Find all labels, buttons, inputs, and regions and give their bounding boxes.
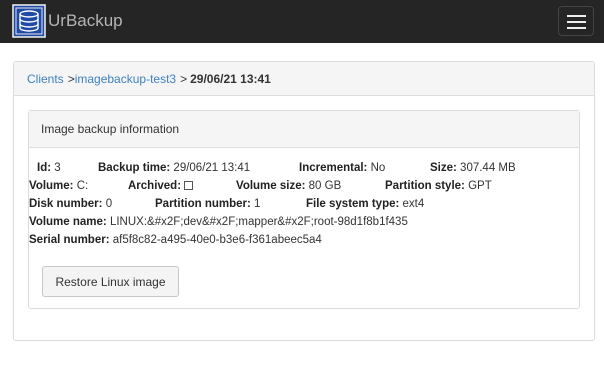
volume-value: C: xyxy=(76,180,89,192)
volume-size-label: Volume size: xyxy=(236,180,306,192)
restore-image-button[interactable]: Restore Linux image xyxy=(42,266,179,297)
serial-number-label: Serial number: xyxy=(29,234,110,246)
volume-name-label: Volume name: xyxy=(29,216,107,228)
id-field: Id: 3 xyxy=(37,162,61,174)
breadcrumb-current: 29/06/21 13:41 xyxy=(190,71,271,86)
breadcrumb-clients-link[interactable]: Clients xyxy=(27,72,64,86)
volume-name-value: LINUX:&#x2F;dev&#x2F;mapper&#x2F;root-98… xyxy=(109,216,408,228)
top-navbar: UrBackup xyxy=(0,0,604,43)
archived-field: Archived: xyxy=(128,180,194,192)
fs-type-field: File system type: ext4 xyxy=(306,198,424,210)
serial-number-value: af5f8c82-a495-40e0-b3e6-f361abeec5a4 xyxy=(112,234,322,246)
size-value: 307.44 MB xyxy=(460,162,516,174)
backup-time-label: Backup time: xyxy=(98,162,171,174)
breadcrumb: Clients > imagebackup-test3 > 29/06/21 1… xyxy=(14,62,594,96)
disk-number-value: 0 xyxy=(105,198,113,210)
hamburger-bar xyxy=(567,27,586,29)
backup-time-value: 29/06/21 13:41 xyxy=(173,162,251,174)
size-label: Size: xyxy=(430,162,457,174)
archived-checkbox xyxy=(184,181,194,190)
id-label: Id: xyxy=(37,162,52,174)
partition-number-value: 1 xyxy=(254,198,261,210)
disk-number-label: Disk number: xyxy=(29,198,103,210)
fs-type-label: File system type: xyxy=(306,198,400,210)
partition-style-label: Partition style: xyxy=(385,180,465,192)
partition-style-value: GPT xyxy=(468,180,492,192)
incremental-label: Incremental: xyxy=(299,162,368,174)
hamburger-menu-icon xyxy=(567,15,586,17)
disk-number-field: Disk number: 0 xyxy=(29,198,112,210)
volume-field: Volume: C: xyxy=(29,180,88,192)
partition-style-field: Partition style: GPT xyxy=(385,180,492,192)
brand-link[interactable]: UrBackup xyxy=(12,4,123,38)
serial-number-field: Serial number: af5f8c82-a495-40e0-b3e6-f… xyxy=(29,234,322,246)
fs-type-value: ext4 xyxy=(402,198,425,210)
panel-title: Image backup information xyxy=(29,111,579,148)
size-field: Size: 307.44 MB xyxy=(430,162,516,174)
backup-detail-panel: Clients > imagebackup-test3 > 29/06/21 1… xyxy=(13,61,595,341)
urbackup-logo-icon xyxy=(12,4,46,38)
incremental-field: Incremental: No xyxy=(299,162,385,174)
volume-size-field: Volume size: 80 GB xyxy=(236,180,341,192)
incremental-value: No xyxy=(370,162,386,174)
image-backup-info-panel: Image backup information Id: 3 Backup ti… xyxy=(28,110,580,309)
partition-number-field: Partition number: 1 xyxy=(155,198,260,210)
breadcrumb-separator: > xyxy=(180,71,188,86)
app-title: UrBackup xyxy=(48,11,123,30)
volume-label: Volume: xyxy=(29,180,74,192)
backup-time-field: Backup time: 29/06/21 13:41 xyxy=(98,162,250,174)
partition-number-label: Partition number: xyxy=(155,198,251,210)
hamburger-bar xyxy=(567,21,586,23)
volume-size-value: 80 GB xyxy=(308,180,342,192)
id-value: 3 xyxy=(54,162,61,174)
volume-name-field: Volume name: LINUX:&#x2F;dev&#x2F;mapper… xyxy=(29,216,408,228)
breadcrumb-client-link[interactable]: imagebackup-test3 xyxy=(75,72,176,86)
breadcrumb-separator: > xyxy=(67,71,75,86)
archived-label: Archived: xyxy=(128,180,182,192)
hamburger-menu-button[interactable] xyxy=(558,6,594,36)
